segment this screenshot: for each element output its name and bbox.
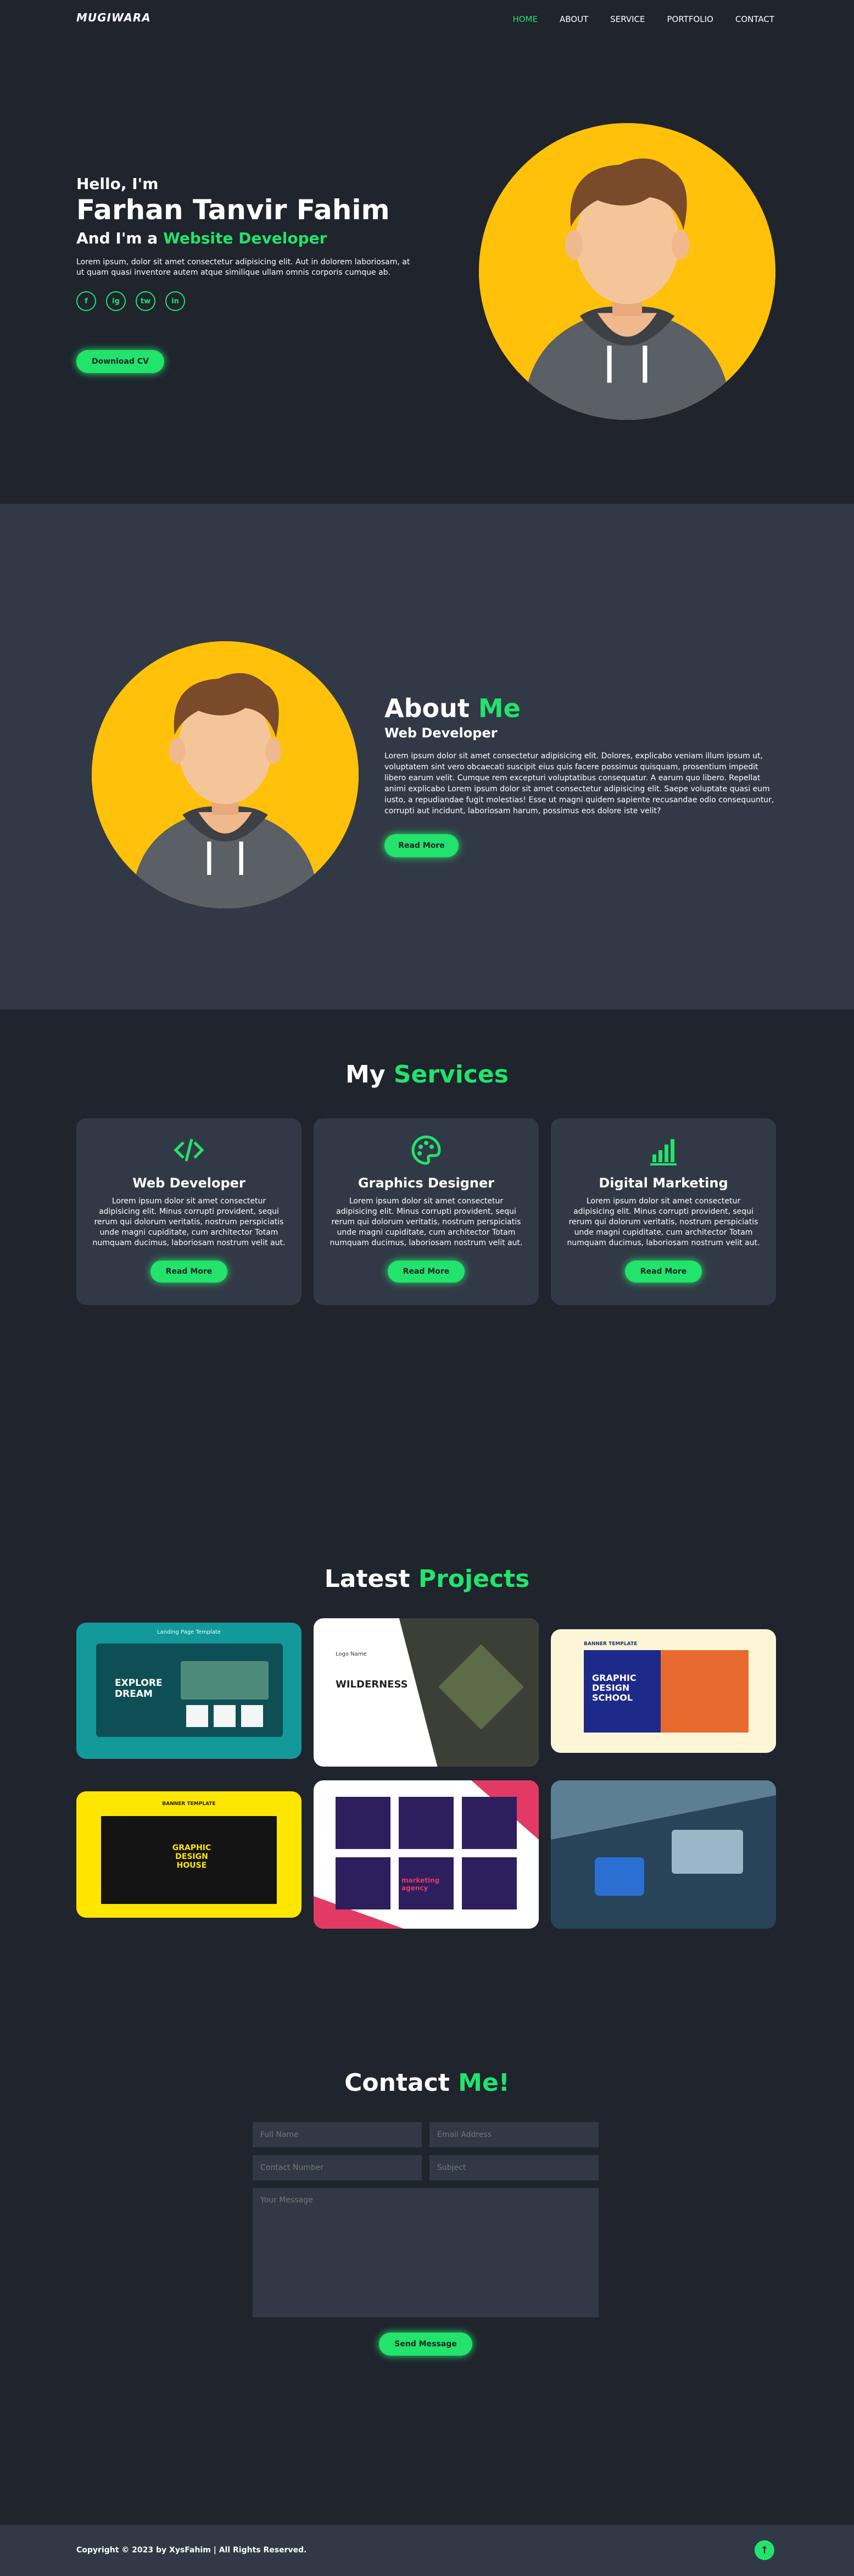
project-card <box>336 1797 390 1849</box>
service-description: Lorem ipsum dolor sit amet consectetur a… <box>567 1197 760 1247</box>
facebook-icon[interactable]: f <box>76 291 96 311</box>
service-title: Web Developer <box>132 1175 245 1191</box>
project-heading: Landing Page Template <box>157 1629 221 1635</box>
send-message-button[interactable]: Send Message <box>379 2333 472 2356</box>
about-text: About Me Web Developer Lorem ipsum dolor… <box>384 693 774 857</box>
project-image <box>672 1830 743 1874</box>
contact-title: Contact Me! <box>0 2069 854 2097</box>
about-title-a: About <box>384 693 470 723</box>
site-footer: Copyright © 2023 by XysFahim | All Right… <box>0 2525 854 2576</box>
service-title: Digital Marketing <box>599 1175 728 1191</box>
service-card: Web Developer Lorem ipsum dolor sit amet… <box>76 1118 302 1305</box>
hero-role-prefix: And I'm a <box>76 229 158 247</box>
service-card: Digital Marketing Lorem ipsum dolor sit … <box>551 1118 776 1305</box>
project-thumbnail[interactable]: Landing Page Template EXPLORE DREAM <box>76 1623 302 1759</box>
projects-title: Latest Projects <box>0 1565 854 1593</box>
hero-role: Website Developer <box>163 229 327 247</box>
code-icon <box>174 1139 204 1162</box>
projects-title-a: Latest <box>324 1565 410 1593</box>
project-heading: BANNER TEMPLATE <box>584 1641 638 1647</box>
subject-field[interactable] <box>429 2155 599 2180</box>
project-card <box>214 1705 236 1727</box>
service-description: Lorem ipsum dolor sit amet consectetur a… <box>330 1197 523 1247</box>
project-image <box>661 1650 749 1733</box>
services-title-b: Services <box>393 1061 509 1089</box>
project-card <box>241 1705 263 1727</box>
about-subtitle: Web Developer <box>384 725 498 741</box>
project-card <box>399 1797 454 1849</box>
hero-section: Hello, I'm Farhan Tanvir Fahim And I'm a… <box>0 0 854 504</box>
project-text: WILDERNESS <box>336 1679 408 1690</box>
about-read-more-button[interactable]: Read More <box>384 834 459 857</box>
project-text: EXPLORE DREAM <box>115 1678 163 1700</box>
social-links: f ig tw in <box>76 291 428 311</box>
twitter-icon[interactable]: tw <box>136 291 155 311</box>
hero-text: Hello, I'm Farhan Tanvir Fahim And I'm a… <box>76 175 428 311</box>
project-thumbnail[interactable]: BANNER TEMPLATE GRAPHIC DESIGN HOUSE <box>76 1791 302 1918</box>
services-cards: Web Developer Lorem ipsum dolor sit amet… <box>76 1118 776 1305</box>
hero-greeting: Hello, I'm <box>76 175 159 193</box>
about-avatar <box>92 641 359 908</box>
avatar-illustration <box>92 641 359 908</box>
hero-name: Farhan Tanvir Fahim <box>76 194 390 226</box>
download-cv-button[interactable]: Download CV <box>76 350 164 373</box>
hero-description: Lorem ipsum, dolor sit amet consectetur … <box>76 258 410 277</box>
about-section: About Me Web Developer Lorem ipsum dolor… <box>0 504 854 1009</box>
services-title: My Services <box>0 1061 854 1089</box>
service-description: Lorem ipsum dolor sit amet consectetur a… <box>92 1197 286 1247</box>
project-heading: BANNER TEMPLATE <box>162 1801 216 1807</box>
contact-title-b: Me! <box>458 2069 510 2097</box>
signal-icon <box>650 1139 677 1165</box>
contact-title-a: Contact <box>344 2069 450 2097</box>
project-thumbnail[interactable]: marketing agency <box>314 1780 539 1929</box>
back-to-top-button[interactable]: ↑ <box>755 2540 774 2560</box>
email-field[interactable] <box>429 2122 599 2147</box>
project-card <box>186 1705 208 1727</box>
service-read-more-button[interactable]: Read More <box>150 1261 227 1283</box>
contact-number-field[interactable] <box>253 2155 422 2180</box>
service-read-more-button[interactable]: Read More <box>388 1261 465 1283</box>
service-card: Graphics Designer Lorem ipsum dolor sit … <box>314 1118 539 1305</box>
projects-title-b: Projects <box>418 1565 530 1593</box>
project-card <box>462 1797 517 1849</box>
project-text: marketing agency <box>401 1877 440 1892</box>
service-read-more-button[interactable]: Read More <box>625 1261 702 1283</box>
hero-role-line: And I'm a Website Developer <box>76 229 428 247</box>
avatar-illustration <box>479 123 775 420</box>
project-thumbnail[interactable]: Logo Name WILDERNESS <box>314 1618 539 1767</box>
about-title: About Me <box>384 693 774 723</box>
project-card <box>462 1857 517 1909</box>
about-title-b: Me <box>478 693 521 723</box>
project-heading: Logo Name <box>336 1651 367 1657</box>
project-text: GRAPHIC DESIGN HOUSE <box>172 1844 211 1870</box>
service-title: Graphics Designer <box>358 1175 495 1191</box>
instagram-icon[interactable]: ig <box>106 291 126 311</box>
project-text: GRAPHIC DESIGN SCHOOL <box>592 1673 637 1703</box>
full-name-field[interactable] <box>253 2122 422 2147</box>
services-title-a: My <box>345 1061 386 1089</box>
palette-icon <box>411 1135 441 1165</box>
hero-avatar <box>479 123 775 420</box>
copyright-text: Copyright © 2023 by XysFahim | All Right… <box>76 2546 307 2555</box>
project-image <box>595 1857 644 1896</box>
arrow-up-icon: ↑ <box>760 2544 769 2556</box>
linkedin-icon[interactable]: in <box>165 291 185 311</box>
project-card <box>336 1857 390 1909</box>
about-description: Lorem ipsum dolor sit amet consectetur a… <box>384 752 774 815</box>
project-image <box>181 1661 269 1700</box>
project-thumbnail[interactable]: BANNER TEMPLATE GRAPHIC DESIGN SCHOOL <box>551 1629 776 1753</box>
message-field[interactable] <box>253 2188 599 2317</box>
project-thumbnail[interactable] <box>551 1780 776 1929</box>
